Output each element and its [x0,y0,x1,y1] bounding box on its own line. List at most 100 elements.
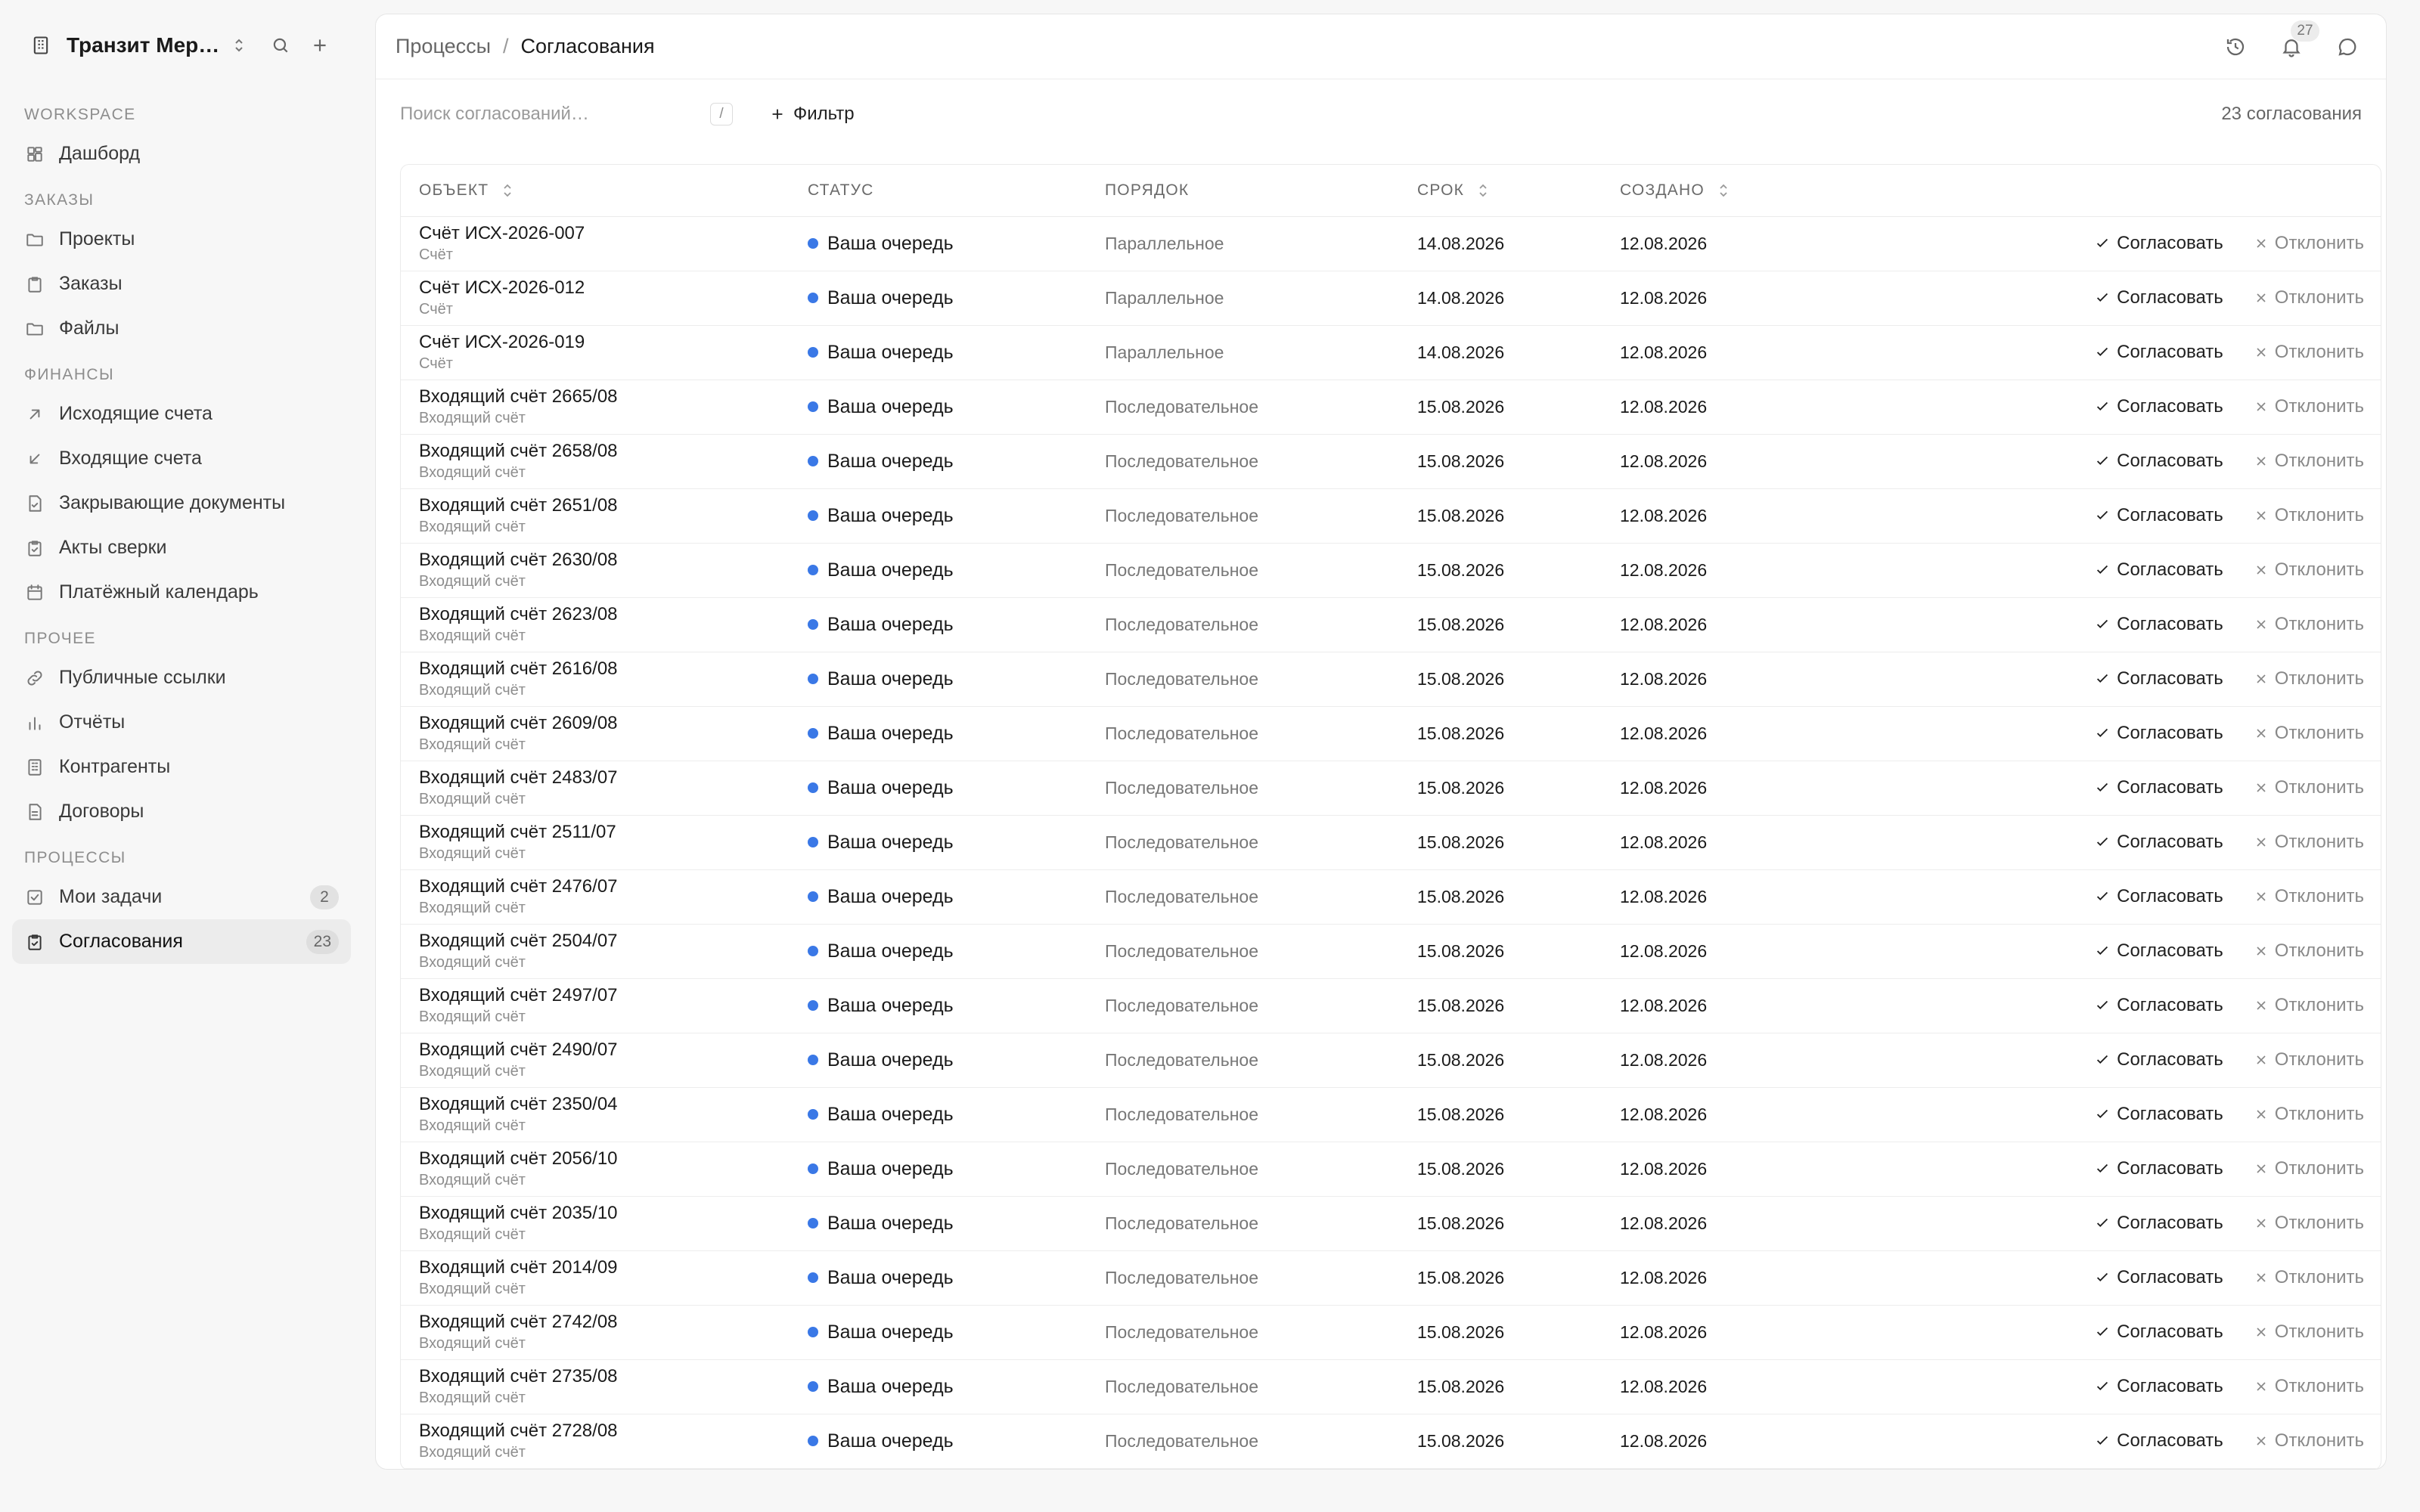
reject-button[interactable]: Отклонить [2254,1430,2364,1452]
search-icon[interactable] [271,36,290,55]
object-title[interactable]: Входящий счёт 2728/08 [419,1420,771,1442]
cell-object[interactable]: Входящий счёт 2742/08 Входящий счёт [401,1305,790,1360]
table-row[interactable]: Входящий счёт 2476/07 Входящий счёт Ваша о… [401,869,2381,925]
chevron-up-down-icon[interactable] [230,36,248,54]
table-row[interactable]: Входящий счёт 2504/07 Входящий счёт Ваша о… [401,924,2381,979]
search-input[interactable] [400,104,687,125]
history-icon[interactable] [2224,36,2247,58]
cell-object[interactable]: Входящий счёт 2630/08 Входящий счёт [401,543,790,598]
approve-button[interactable]: Согласовать [2094,1376,2223,1397]
reject-button[interactable]: Отклонить [2254,995,2364,1016]
approve-button[interactable]: Согласовать [2094,995,2223,1016]
object-title[interactable]: Входящий счёт 2504/07 [419,930,771,953]
sidebar-item[interactable]: Входящие счета [12,436,351,481]
sidebar-item[interactable]: Договоры [12,789,351,834]
sidebar-item[interactable]: Согласования 23 [12,919,351,964]
approve-button[interactable]: Согласовать [2094,233,2223,254]
reject-button[interactable]: Отклонить [2254,1104,2364,1125]
approve-button[interactable]: Согласовать [2094,342,2223,363]
cell-object[interactable]: Входящий счёт 2035/10 Входящий счёт [401,1196,790,1251]
cell-object[interactable]: Входящий счёт 2665/08 Входящий счёт [401,380,790,435]
sidebar-item[interactable]: Заказы [12,262,351,306]
cell-object[interactable]: Входящий счёт 2511/07 Входящий счёт [401,815,790,870]
approve-button[interactable]: Согласовать [2094,1267,2223,1288]
workspace-name[interactable]: Транзит Мер… [67,33,219,57]
sidebar-item[interactable]: Контрагенты [12,745,351,789]
reject-button[interactable]: Отклонить [2254,505,2364,526]
sidebar-item[interactable]: Файлы [12,306,351,351]
table-row[interactable]: Входящий счёт 2056/10 Входящий счёт Ваша о… [401,1142,2381,1197]
reject-button[interactable]: Отклонить [2254,451,2364,472]
object-title[interactable]: Входящий счёт 2735/08 [419,1365,771,1388]
reject-button[interactable]: Отклонить [2254,396,2364,417]
cell-object[interactable]: Входящий счёт 2735/08 Входящий счёт [401,1359,790,1414]
cell-object[interactable]: Входящий счёт 2609/08 Входящий счёт [401,706,790,761]
sidebar-item[interactable]: Исходящие счета [12,392,351,436]
approve-button[interactable]: Согласовать [2094,723,2223,744]
cell-object[interactable]: Входящий счёт 2490/07 Входящий счёт [401,1033,790,1088]
cell-object[interactable]: Входящий счёт 2497/07 Входящий счёт [401,978,790,1033]
cell-object[interactable]: Входящий счёт 2728/08 Входящий счёт [401,1414,790,1469]
object-title[interactable]: Входящий счёт 2490/07 [419,1039,771,1061]
reject-button[interactable]: Отклонить [2254,614,2364,635]
object-title[interactable]: Входящий счёт 2497/07 [419,984,771,1007]
table-row[interactable]: Входящий счёт 2497/07 Входящий счёт Ваша о… [401,978,2381,1033]
table-row[interactable]: Входящий счёт 2735/08 Входящий счёт Ваша о… [401,1359,2381,1414]
sidebar-item[interactable]: Проекты [12,217,351,262]
approve-button[interactable]: Согласовать [2094,287,2223,308]
approve-button[interactable]: Согласовать [2094,1158,2223,1179]
cell-object[interactable]: Входящий счёт 2651/08 Входящий счёт [401,488,790,544]
reject-button[interactable]: Отклонить [2254,559,2364,581]
table-row[interactable]: Входящий счёт 2728/08 Входящий счёт Ваша о… [401,1414,2381,1469]
breadcrumb-parent[interactable]: Процессы [396,35,491,58]
approve-button[interactable]: Согласовать [2094,1104,2223,1125]
reject-button[interactable]: Отклонить [2254,233,2364,254]
object-title[interactable]: Счёт ИСХ-2026-007 [419,222,771,245]
cell-object[interactable]: Входящий счёт 2616/08 Входящий счёт [401,652,790,707]
table-row[interactable]: Счёт ИСХ-2026-012 Счёт Ваша очередь Паралле… [401,271,2381,326]
chat-icon[interactable] [2336,36,2359,58]
object-title[interactable]: Входящий счёт 2476/07 [419,875,771,898]
approve-button[interactable]: Согласовать [2094,1430,2223,1452]
table-row[interactable]: Входящий счёт 2014/09 Входящий счёт Ваша о… [401,1250,2381,1306]
reject-button[interactable]: Отклонить [2254,342,2364,363]
object-title[interactable]: Входящий счёт 2616/08 [419,658,771,680]
approve-button[interactable]: Согласовать [2094,1049,2223,1070]
object-title[interactable]: Счёт ИСХ-2026-019 [419,331,771,354]
filter-button[interactable]: Фильтр [769,104,855,125]
table-row[interactable]: Входящий счёт 2350/04 Входящий счёт Ваша о… [401,1087,2381,1142]
object-title[interactable]: Входящий счёт 2483/07 [419,767,771,789]
table-row[interactable]: Счёт ИСХ-2026-019 Счёт Ваша очередь Паралле… [401,325,2381,380]
table-row[interactable]: Входящий счёт 2742/08 Входящий счёт Ваша о… [401,1305,2381,1360]
reject-button[interactable]: Отклонить [2254,940,2364,962]
approve-button[interactable]: Согласовать [2094,614,2223,635]
table-row[interactable]: Входящий счёт 2511/07 Входящий счёт Ваша о… [401,815,2381,870]
reject-button[interactable]: Отклонить [2254,1376,2364,1397]
table-row[interactable]: Входящий счёт 2630/08 Входящий счёт Ваша о… [401,543,2381,598]
cell-object[interactable]: Входящий счёт 2350/04 Входящий счёт [401,1087,790,1142]
approve-button[interactable]: Согласовать [2094,940,2223,962]
sidebar-item[interactable]: Дашборд [12,132,351,176]
approve-button[interactable]: Согласовать [2094,886,2223,907]
column-header-created[interactable]: СОЗДАНО [1602,165,2381,217]
cell-object[interactable]: Счёт ИСХ-2026-019 Счёт [401,325,790,380]
reject-button[interactable]: Отклонить [2254,886,2364,907]
reject-button[interactable]: Отклонить [2254,668,2364,689]
reject-button[interactable]: Отклонить [2254,723,2364,744]
sort-icon[interactable] [1717,182,1730,199]
reject-button[interactable]: Отклонить [2254,1213,2364,1234]
table-row[interactable]: Входящий счёт 2490/07 Входящий счёт Ваша о… [401,1033,2381,1088]
cell-object[interactable]: Входящий счёт 2504/07 Входящий счёт [401,924,790,979]
reject-button[interactable]: Отклонить [2254,1321,2364,1343]
table-row[interactable]: Счёт ИСХ-2026-007 Счёт Ваша очередь Паралле… [401,216,2381,271]
plus-icon[interactable] [310,36,330,55]
reject-button[interactable]: Отклонить [2254,1267,2364,1288]
column-header-due[interactable]: СРОК [1399,165,1602,217]
object-title[interactable]: Входящий счёт 2651/08 [419,494,771,517]
object-title[interactable]: Входящий счёт 2609/08 [419,712,771,735]
sidebar-item[interactable]: Публичные ссылки [12,655,351,700]
approve-button[interactable]: Согласовать [2094,396,2223,417]
object-title[interactable]: Входящий счёт 2665/08 [419,386,771,408]
object-title[interactable]: Входящий счёт 2623/08 [419,603,771,626]
cell-object[interactable]: Входящий счёт 2056/10 Входящий счёт [401,1142,790,1197]
